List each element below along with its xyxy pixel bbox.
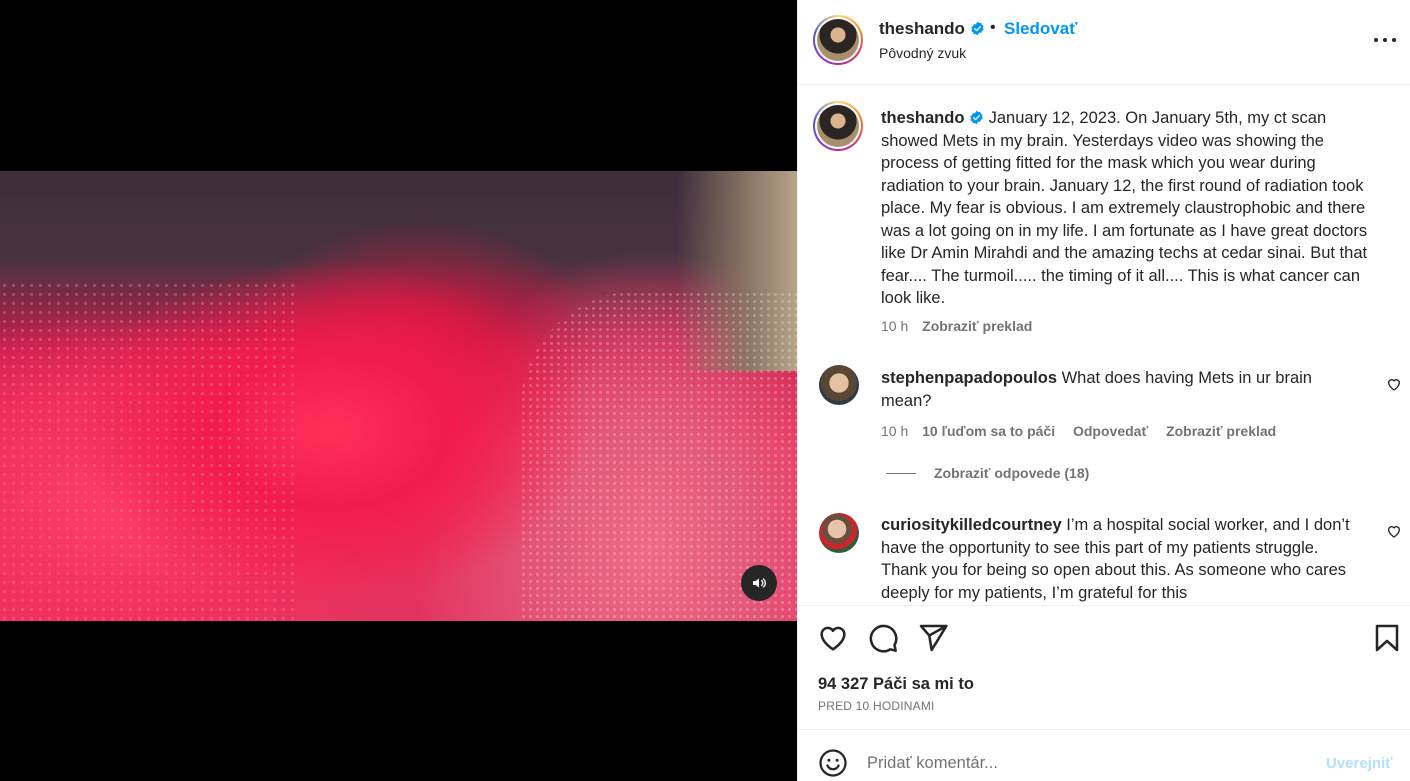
more-icon (1374, 38, 1378, 42)
comments-list[interactable]: theshando January 12, 2023. On January 5… (798, 86, 1410, 605)
comment-icon[interactable] (867, 622, 899, 654)
likes-count[interactable]: 94 327 Páči sa mi to (818, 675, 974, 694)
post-side-panel: theshando • Sledovať Pôvodný zvuk thesha… (797, 0, 1410, 781)
post-header: theshando • Sledovať Pôvodný zvuk (798, 0, 1410, 85)
add-comment-bar: Uverejniť (798, 729, 1410, 781)
comment-username[interactable]: stephenpapadopoulos (881, 369, 1057, 387)
view-replies-button[interactable]: Zobraziť odpovede (18) (886, 465, 1089, 481)
share-icon[interactable] (917, 622, 949, 654)
comment-reply-button[interactable]: Odpovedať (1073, 423, 1148, 439)
comment-username[interactable]: curiositykilledcourtney (881, 516, 1062, 534)
comment-item: curiositykilledcourtney I’m a hospital s… (881, 514, 1361, 604)
video-player[interactable] (0, 171, 797, 621)
comment-translate-link[interactable]: Zobraziť preklad (1166, 423, 1276, 439)
follow-button[interactable]: Sledovať (1004, 19, 1077, 39)
post-time[interactable]: PRED 10 HODINAMI (818, 699, 935, 713)
caption-username[interactable]: theshando (881, 109, 964, 127)
heart-icon[interactable] (817, 622, 849, 654)
verified-icon (971, 21, 984, 36)
comment-like-icon[interactable] (1386, 376, 1402, 392)
verified-icon (970, 110, 983, 125)
caption-translate-link[interactable]: Zobraziť preklad (922, 318, 1032, 334)
author-avatar[interactable] (813, 15, 863, 65)
author-username[interactable]: theshando (879, 19, 985, 39)
sound-toggle-button[interactable] (741, 565, 777, 601)
caption-time[interactable]: 10 h (881, 318, 908, 334)
comment-likes-link[interactable]: 10 ľuďom sa to páči (922, 423, 1055, 439)
comment-item: stephenpapadopoulos What does having Met… (881, 367, 1361, 412)
caption: theshando January 12, 2023. On January 5… (881, 107, 1376, 310)
comment-meta: 10 h 10 ľuďom sa to páči Odpovedať Zobra… (881, 423, 1276, 439)
audio-link[interactable]: Pôvodný zvuk (879, 45, 966, 61)
commenter-avatar[interactable] (819, 365, 859, 405)
post-actions: 94 327 Páči sa mi to PRED 10 HODINAMI (798, 605, 1410, 729)
post-comment-button[interactable]: Uverejniť (1326, 755, 1392, 772)
caption-body: January 12, 2023. On January 5th, my ct … (881, 109, 1368, 307)
caption-author-avatar[interactable] (813, 101, 863, 151)
media-pane (0, 0, 797, 781)
header-separator: • (990, 19, 996, 36)
more-options-button[interactable] (1373, 30, 1397, 50)
caption-meta: 10 h Zobraziť preklad (881, 318, 1032, 334)
comment-time[interactable]: 10 h (881, 423, 908, 439)
emoji-icon[interactable] (818, 748, 848, 778)
sound-icon (753, 578, 767, 588)
comment-input[interactable] (867, 749, 1307, 777)
save-icon[interactable] (1371, 622, 1403, 654)
commenter-avatar[interactable] (819, 513, 859, 553)
comment-like-icon[interactable] (1386, 523, 1402, 539)
